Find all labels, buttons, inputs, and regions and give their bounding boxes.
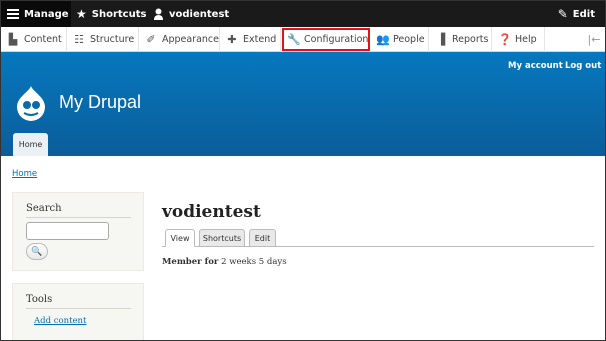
site-header: My account Log out My Drupal Home <box>1 52 605 156</box>
search-block: Search 🔍 <box>12 192 144 271</box>
tab-edit[interactable]: Edit <box>249 229 276 247</box>
user-icon <box>154 8 163 20</box>
people-icon: 👥 <box>376 33 390 46</box>
search-block-title: Search <box>26 203 62 214</box>
my-account-link[interactable]: My account <box>508 61 563 71</box>
manage-label: Manage <box>24 8 69 20</box>
pencil-icon: ✎ <box>557 7 568 21</box>
member-duration: Member for 2 weeks 5 days <box>162 257 287 267</box>
menu-item-help[interactable]: ❓ Help <box>492 27 545 52</box>
menu-item-label: Content <box>24 34 62 45</box>
menu-item-label: People <box>393 34 425 45</box>
search-input[interactable] <box>26 222 109 240</box>
user-label: vodientest <box>169 8 230 20</box>
tab-view[interactable]: View <box>165 229 195 247</box>
tools-block: Tools Add content <box>12 283 144 340</box>
collapse-toolbar-button[interactable]: |← <box>581 27 605 52</box>
home-tab[interactable]: Home <box>13 133 48 156</box>
shortcuts-label: Shortcuts <box>91 8 147 20</box>
search-icon: 🔍 <box>31 246 43 257</box>
menu-item-label: Help <box>515 34 537 45</box>
add-content-link[interactable]: Add content <box>34 316 86 326</box>
page-title: vodientest <box>162 202 261 222</box>
star-icon: ★ <box>76 7 87 21</box>
menu-item-extend[interactable]: ✚ Extend <box>220 27 281 52</box>
user-button[interactable]: vodientest <box>153 1 229 27</box>
menu-item-label: Reports <box>452 34 489 45</box>
divider <box>26 217 131 218</box>
menu-item-reports[interactable]: ▐ Reports <box>429 27 492 52</box>
help-icon: ❓ <box>498 33 512 46</box>
edit-toolbar-button[interactable]: ✎ Edit <box>558 1 595 27</box>
manage-button[interactable]: Manage <box>1 1 71 27</box>
site-name[interactable]: My Drupal <box>59 92 141 113</box>
bar-chart-icon: ▐ <box>436 33 446 46</box>
file-icon: ▙ <box>8 33 18 46</box>
breadcrumb[interactable]: Home <box>12 169 37 179</box>
menu-item-label: Extend <box>243 34 277 45</box>
menu-item-label: Appearance <box>161 34 219 45</box>
tools-block-title: Tools <box>26 294 53 305</box>
hamburger-icon <box>7 9 19 19</box>
configuration-highlight-box <box>282 28 370 51</box>
member-value: 2 weeks 5 days <box>221 257 287 267</box>
menu-item-label: Structure <box>90 34 135 45</box>
puzzle-icon: ✚ <box>227 33 237 46</box>
sitemap-icon: ☷ <box>74 33 84 46</box>
edit-label: Edit <box>572 8 595 20</box>
log-out-link[interactable]: Log out <box>565 61 601 71</box>
admin-toolbar: Manage ★ Shortcuts vodientest ✎ Edit <box>1 1 605 27</box>
menu-item-structure[interactable]: ☷ Structure <box>67 27 139 52</box>
divider <box>26 308 131 309</box>
menu-item-appearance[interactable]: ✐ Appearance <box>139 27 220 52</box>
member-label: Member for <box>162 257 219 267</box>
browser-viewport: Manage ★ Shortcuts vodientest ✎ Edit ▙ C… <box>0 0 606 341</box>
search-button[interactable]: 🔍 <box>26 243 48 260</box>
paintbrush-icon: ✐ <box>146 33 156 46</box>
menu-item-content[interactable]: ▙ Content <box>1 27 67 52</box>
collapse-icon: |← <box>587 33 601 46</box>
drupal-logo-icon[interactable] <box>13 85 49 121</box>
menu-item-people[interactable]: 👥 People <box>370 27 429 52</box>
shortcuts-button[interactable]: ★ Shortcuts <box>76 1 146 27</box>
tab-shortcuts[interactable]: Shortcuts <box>199 229 245 247</box>
